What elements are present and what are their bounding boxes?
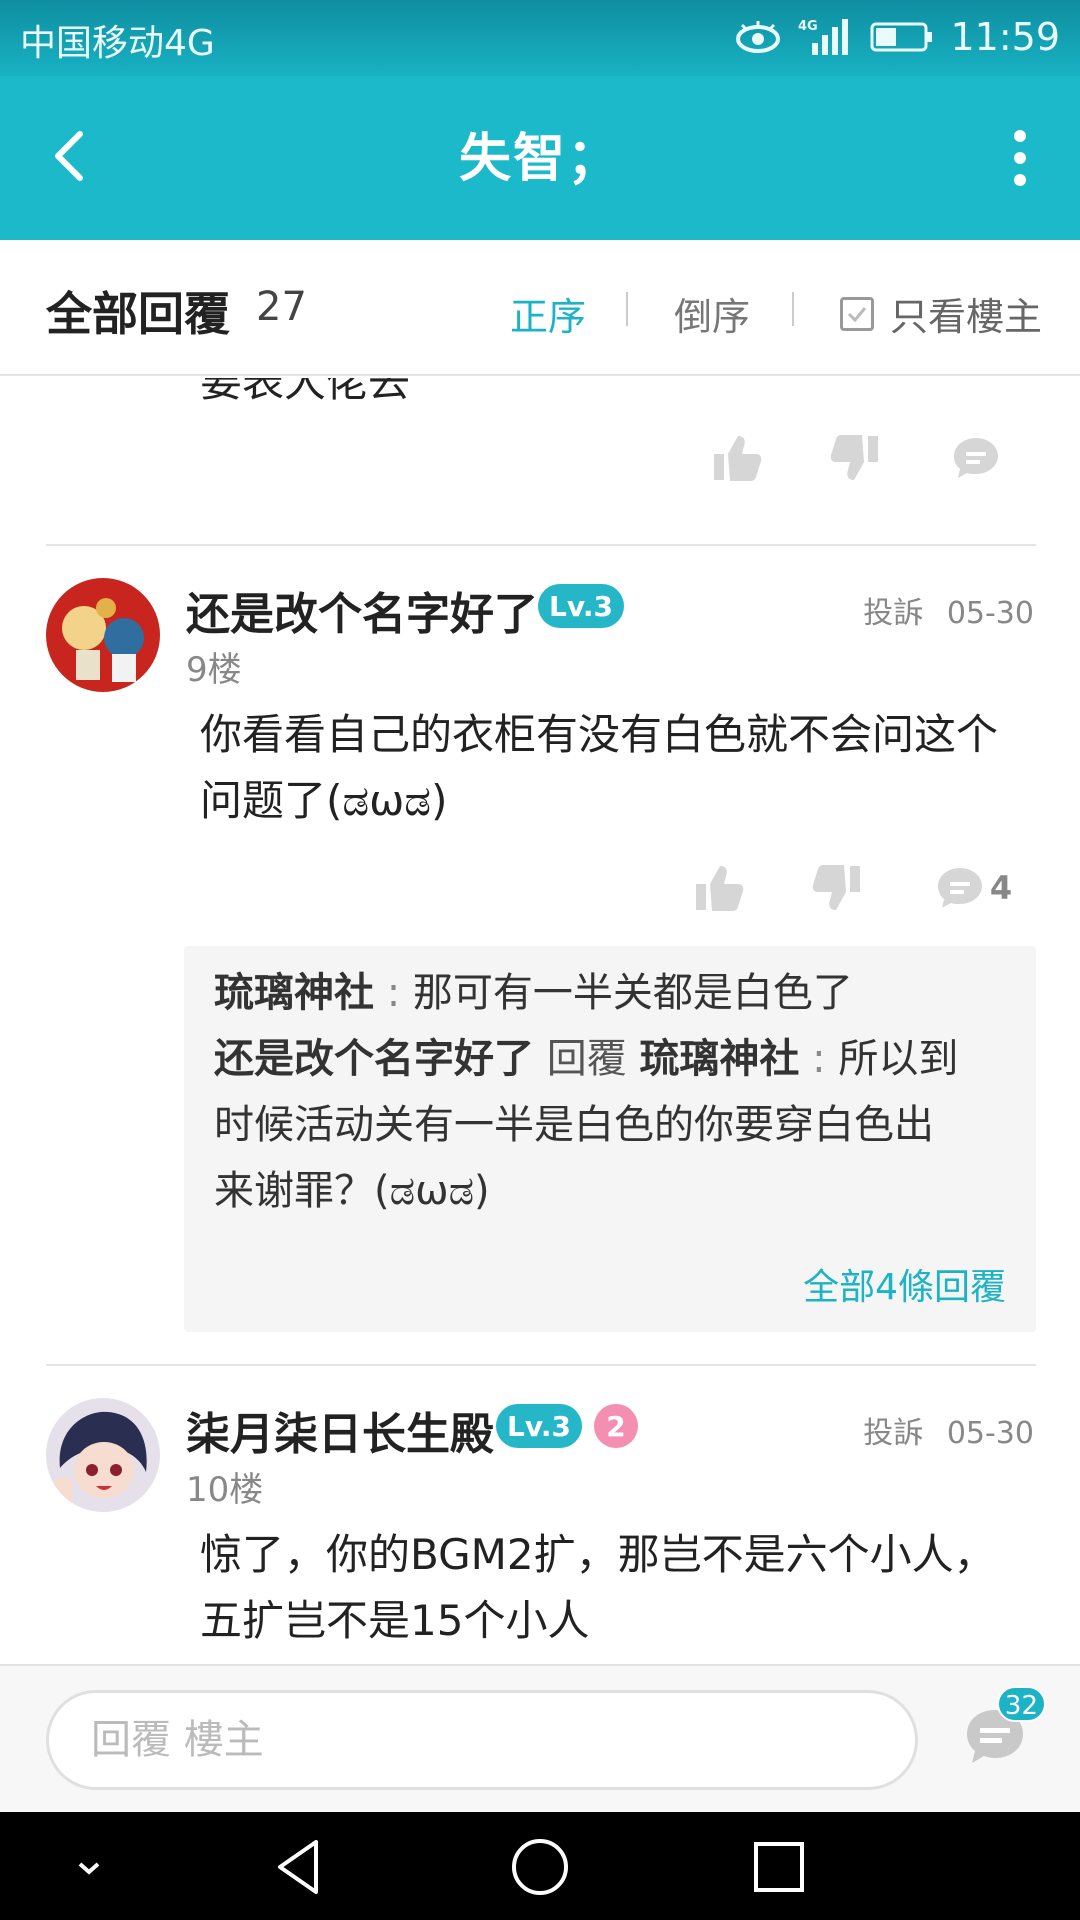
sub-reply-box: 琉璃神社 : 那可有一半关都是白色了 还是改个名字好了 回覆 琉璃神社 : 所以… (184, 946, 1036, 1332)
post-date: 05-30 (946, 596, 1034, 631)
thumbs-up-icon (714, 436, 762, 481)
comment-button[interactable] (946, 428, 1006, 488)
sub-reply-target[interactable]: 琉璃神社 (639, 1036, 799, 1082)
post-content: 惊了，你的BGM2扩，那岂不是六个小人， 五扩岂不是15个小人 (200, 1522, 1020, 1654)
all-replies-label: 全部回覆 (46, 287, 230, 341)
sort-ascending-tab[interactable]: 正序 (510, 286, 586, 341)
avatar[interactable] (46, 1398, 160, 1512)
message-count-badge: 32 (996, 1686, 1046, 1722)
post-actions: 4 (688, 858, 1018, 918)
sub-reply-text: 时候活动关有一半是白色的你要穿白色出 (214, 1102, 934, 1148)
reply-count: 27 (256, 284, 307, 330)
divider (626, 292, 628, 326)
level-badge: Lv.3 (496, 1404, 582, 1448)
comment-count: 4 (989, 869, 1013, 907)
only-op-label: 只看樓主 (890, 295, 1043, 339)
app-bar: 失智； (0, 76, 1080, 240)
divider (792, 292, 794, 326)
sub-reply-text: 来谢罪？(ಡωಡ) (214, 1168, 490, 1214)
thumbs-down-icon (830, 435, 878, 480)
reply-list: 要表大佬去 还是改个名字好了 Lv.3 投訴 05-30 9楼 你看看自己的衣柜… (0, 378, 1080, 1664)
reply-word: 回覆 (546, 1036, 627, 1082)
previous-post-actions (706, 428, 1006, 488)
clock: 11:59 (950, 15, 1060, 59)
sub-reply-user[interactable]: 还是改个名字好了 (214, 1036, 534, 1082)
status-bar: 中国移动4G 4G 11:59 (0, 0, 1080, 76)
post-content-line: 问题了(ಡωಡ) (200, 776, 448, 825)
more-menu-icon[interactable] (1000, 128, 1040, 188)
sort-bar: 全部回覆 27 正序 倒序 只看樓主 (0, 240, 1080, 376)
report-link[interactable]: 投訴 (863, 1416, 923, 1451)
post-content-line: 惊了，你的BGM2扩，那岂不是六个小人， (200, 1530, 996, 1579)
dislike-button[interactable] (826, 428, 886, 488)
post-content: 你看看自己的衣柜有没有白色就不会问这个 问题了(ಡωಡ) (200, 702, 1020, 834)
thumbs-down-icon (812, 865, 860, 910)
username[interactable]: 还是改个名字好了 (186, 578, 538, 642)
report-link[interactable]: 投訴 (863, 596, 923, 631)
like-button[interactable] (706, 428, 766, 488)
comment-button[interactable]: 4 (928, 858, 1018, 918)
floor-number: 9楼 (186, 650, 242, 690)
avatar[interactable] (46, 578, 160, 692)
colon: : (386, 970, 413, 1016)
comment-icon (954, 438, 998, 478)
post-meta: 投訴 05-30 (863, 1408, 1034, 1452)
sub-reply-text: 所以到 (838, 1036, 959, 1082)
previous-reply-text: 要表大佬去 (200, 378, 411, 406)
sort-descending-tab[interactable]: 倒序 (674, 286, 750, 341)
sub-reply: 还是改个名字好了 回覆 琉璃神社 : 所以到 (214, 1026, 1014, 1092)
username[interactable]: 柒月柒日长生殿 (186, 1398, 494, 1462)
view-all-replies-link[interactable]: 全部4條回覆 (803, 1258, 1006, 1310)
comment-icon (937, 868, 982, 908)
only-op-toggle[interactable]: 只看樓主 (840, 286, 1042, 341)
eye-icon (736, 21, 781, 53)
home-circle-icon[interactable] (505, 1832, 575, 1902)
sub-reply-user[interactable]: 琉璃神社 (214, 970, 374, 1016)
sub-reply: 琉璃神社 : 那可有一半关都是白色了 (214, 960, 1014, 1026)
post-content-line: 你看看自己的衣柜有没有白色就不会问这个 (200, 710, 999, 759)
back-triangle-icon[interactable] (264, 1832, 334, 1902)
svg-text:4G: 4G (798, 19, 818, 34)
divider (46, 544, 1036, 546)
medal-badge: 2 (594, 1404, 638, 1448)
post-content-line: 五扩岂不是15个小人 (200, 1596, 590, 1645)
page-title: 失智； (458, 129, 621, 189)
signal-icon: 4G (798, 19, 849, 55)
thumbs-up-icon (696, 866, 744, 911)
floor-number: 10楼 (186, 1470, 264, 1510)
dislike-button[interactable] (808, 858, 868, 918)
post-meta: 投訴 05-30 (863, 588, 1034, 632)
divider (46, 1364, 1036, 1366)
sub-reply-text: 那可有一半关都是白色了 (412, 970, 853, 1016)
post-date: 05-30 (946, 1416, 1034, 1451)
reply-input[interactable]: 回覆 樓主 (46, 1690, 918, 1790)
system-nav-bar (0, 1812, 1080, 1920)
battery-icon (870, 22, 933, 52)
like-button[interactable] (688, 858, 748, 918)
status-icons: 4G 11:59 (734, 12, 1060, 62)
level-badge: Lv.3 (538, 584, 624, 628)
recents-square-icon[interactable] (744, 1832, 814, 1902)
carrier-label: 中国移动4G (20, 23, 215, 64)
checkbox-icon[interactable] (840, 296, 874, 331)
reply-bar: 回覆 樓主 32 (0, 1664, 1080, 1812)
chevron-down-icon[interactable] (54, 1832, 124, 1902)
colon: : (812, 1036, 839, 1082)
